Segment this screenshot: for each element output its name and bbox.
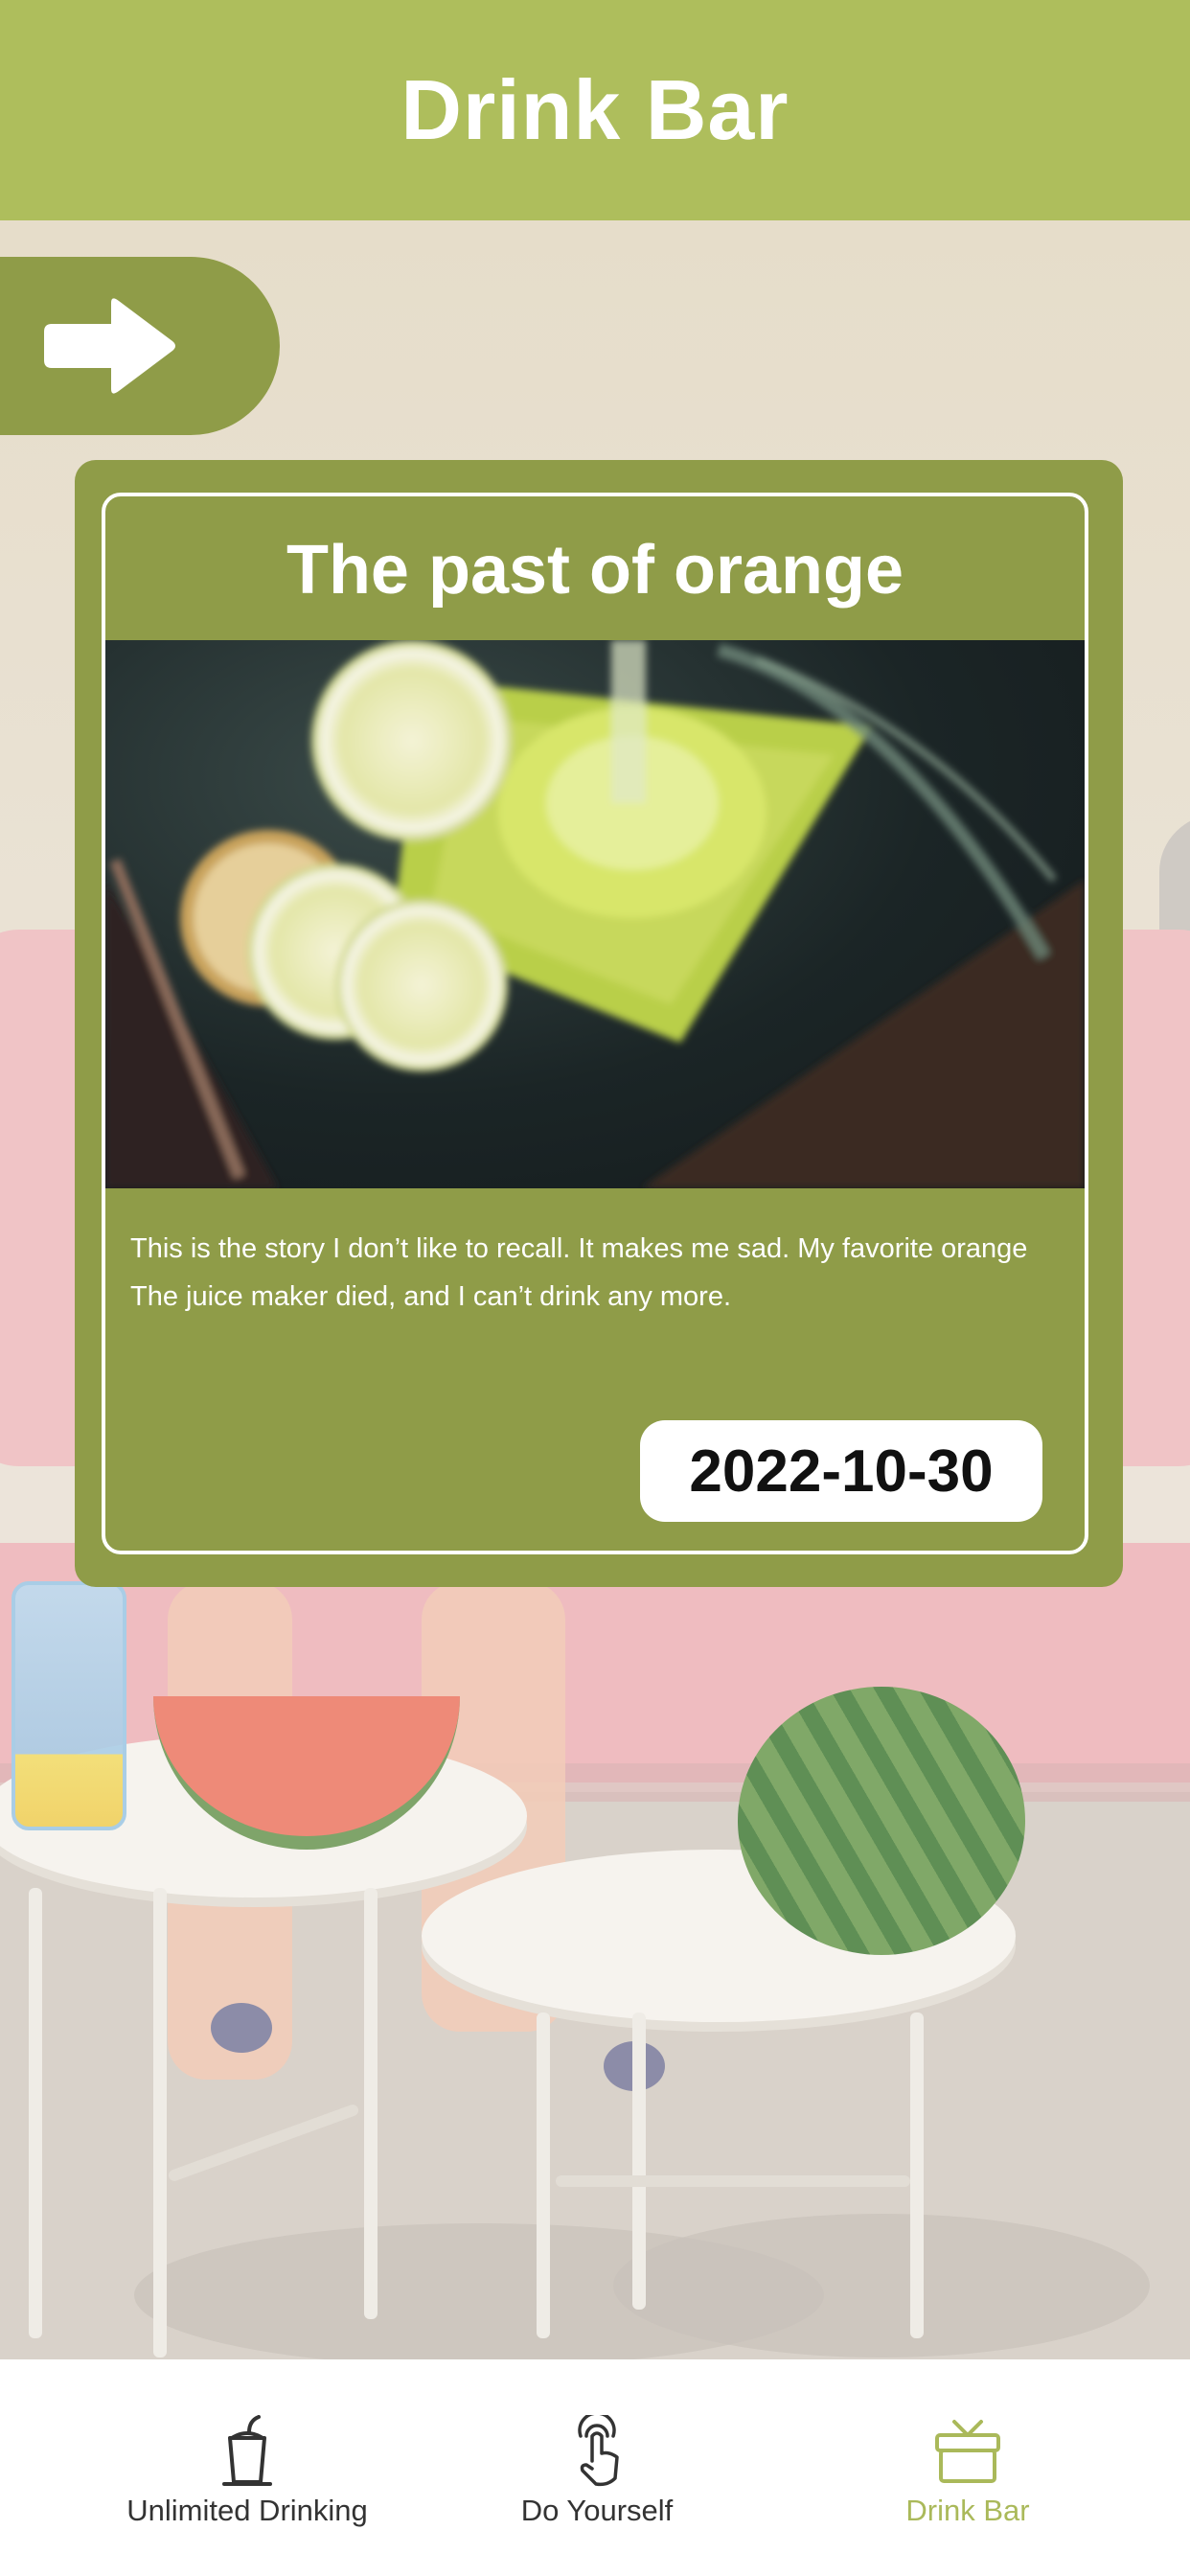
- tab-label: Do Yourself: [520, 2494, 674, 2527]
- date-badge: 2022-10-30: [640, 1420, 1042, 1522]
- floor-shadow: [613, 2214, 1150, 2358]
- story-card-frame: The past of orange This is the story I d…: [102, 493, 1088, 1554]
- arrow-right-icon: [44, 298, 175, 394]
- table-leg: [632, 2012, 646, 2310]
- tab-label: Unlimited Drinking: [126, 2494, 368, 2527]
- drink-photo: [105, 640, 1085, 1188]
- table-leg: [364, 1888, 378, 2319]
- story-image: [105, 640, 1085, 1188]
- tap-hand-icon: [563, 2413, 630, 2490]
- table-leg: [153, 1888, 167, 2358]
- story-card: The past of orange This is the story I d…: [75, 460, 1123, 1587]
- juice-jar: [11, 1581, 126, 1830]
- tab-unlimited-drinking[interactable]: Unlimited Drinking: [94, 2359, 400, 2576]
- page-title: Drink Bar: [400, 62, 790, 157]
- story-title: The past of orange: [286, 532, 904, 609]
- table-bar: [556, 2175, 910, 2187]
- gift-box-icon: [931, 2413, 1004, 2490]
- tab-do-yourself[interactable]: Do Yourself: [458, 2359, 736, 2576]
- story-text: This is the story I don’t like to recall…: [130, 1225, 1079, 1321]
- table-leg: [910, 2012, 924, 2338]
- table-leg: [29, 1888, 42, 2338]
- bottom-tab-bar: Unlimited Drinking Do Yourself Drink Bar: [0, 2359, 1190, 2576]
- sock: [211, 2003, 272, 2053]
- story-text-line: The juice maker died, and I can’t drink …: [130, 1281, 732, 1312]
- tab-label: Drink Bar: [905, 2494, 1030, 2527]
- cup-icon: [217, 2413, 278, 2490]
- story-text-line: This is the story I don’t like to recall…: [130, 1233, 1028, 1264]
- tab-drink-bar[interactable]: Drink Bar: [843, 2359, 1092, 2576]
- back-button[interactable]: [0, 257, 280, 435]
- app-header: Drink Bar: [0, 0, 1190, 220]
- watermelon: [738, 1687, 1025, 1955]
- table-leg: [537, 2012, 550, 2338]
